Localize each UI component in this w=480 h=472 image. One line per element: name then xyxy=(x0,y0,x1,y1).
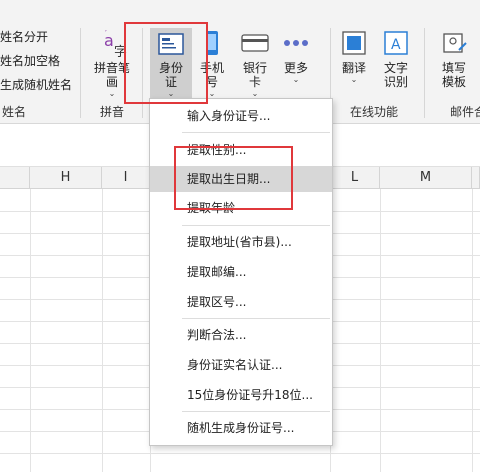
menu-separator xyxy=(182,411,330,412)
menu-item-realname-verify[interactable]: 身份证实名认证... xyxy=(150,352,332,378)
chevron-down-icon: ⌄ xyxy=(292,75,300,84)
svg-text:A: A xyxy=(391,37,401,53)
translate-label: 翻译 xyxy=(341,61,366,75)
more-button[interactable]: 更多 ⌄ xyxy=(278,28,314,85)
random-name-item[interactable]: 生成随机姓名 xyxy=(0,76,72,93)
menu-item-extract-postcode[interactable]: 提取邮编... xyxy=(150,259,332,285)
bank-card-label-line-1: 银行 xyxy=(242,61,267,75)
more-label: 更多 xyxy=(283,61,308,75)
name-add-space-item[interactable]: 姓名加空格 xyxy=(0,52,60,69)
text-recognition-label-line-1: 文字 xyxy=(383,61,408,75)
pinyin-group-label: 拼音 xyxy=(100,105,125,119)
grid-line xyxy=(0,453,480,454)
menu-separator xyxy=(182,318,330,319)
menu-item-input-id[interactable]: 输入身份证号... xyxy=(150,103,332,129)
translate-button[interactable]: 翻译 ⌄ xyxy=(336,28,372,85)
menu-item-upgrade-15-to-18[interactable]: 15位身份证号升18位... xyxy=(150,382,332,408)
bank-card-button[interactable]: 银行 卡 ⌄ xyxy=(234,28,276,99)
column-header-l[interactable]: L xyxy=(330,167,380,189)
bank-card-label-line-2: 卡 xyxy=(248,75,261,89)
text-recognition-button[interactable]: A 文字 识别 xyxy=(378,28,414,89)
grid-line xyxy=(472,189,473,472)
menu-item-validate[interactable]: 判断合法... xyxy=(150,322,332,348)
menu-item-extract-address[interactable]: 提取地址(省市县)... xyxy=(150,229,332,255)
menu-item-random-id[interactable]: 随机生成身份证号... xyxy=(150,415,332,441)
separator xyxy=(80,28,81,118)
svg-text:′: ′ xyxy=(105,30,107,38)
fill-template-label-line-2: 模板 xyxy=(441,75,466,89)
column-header-i[interactable]: I xyxy=(102,167,150,189)
mail-group-label: 邮件合 xyxy=(450,105,480,119)
column-header-h[interactable]: H xyxy=(30,167,102,189)
column-header-blank xyxy=(0,167,30,189)
grid-line xyxy=(102,189,103,472)
fill-template-button[interactable]: 填写 模板 xyxy=(434,28,474,89)
online-group-label: 在线功能 xyxy=(350,105,399,119)
menu-separator xyxy=(182,132,330,133)
fill-template-icon xyxy=(443,33,467,53)
menu-separator xyxy=(182,225,330,226)
more-dots-icon xyxy=(284,40,308,46)
menu-item-extract-areacode[interactable]: 提取区号... xyxy=(150,289,332,315)
translate-icon xyxy=(342,31,366,55)
column-header-m[interactable]: M xyxy=(380,167,472,189)
grid-line xyxy=(30,189,31,472)
highlight-box-id-card xyxy=(124,22,208,104)
column-header-partial xyxy=(472,167,480,189)
text-recognition-label-line-2: 识别 xyxy=(383,75,408,89)
highlight-box-birthdate xyxy=(174,146,293,210)
chevron-down-icon: ⌄ xyxy=(350,75,358,84)
bank-card-icon xyxy=(241,34,269,52)
text-recognition-icon: A xyxy=(384,31,408,55)
separator xyxy=(424,28,425,118)
split-name-item[interactable]: 姓名分开 xyxy=(0,28,48,45)
name-group-label: 姓名 xyxy=(2,105,27,119)
fill-template-label-line-1: 填写 xyxy=(441,61,466,75)
grid-line xyxy=(380,189,381,472)
